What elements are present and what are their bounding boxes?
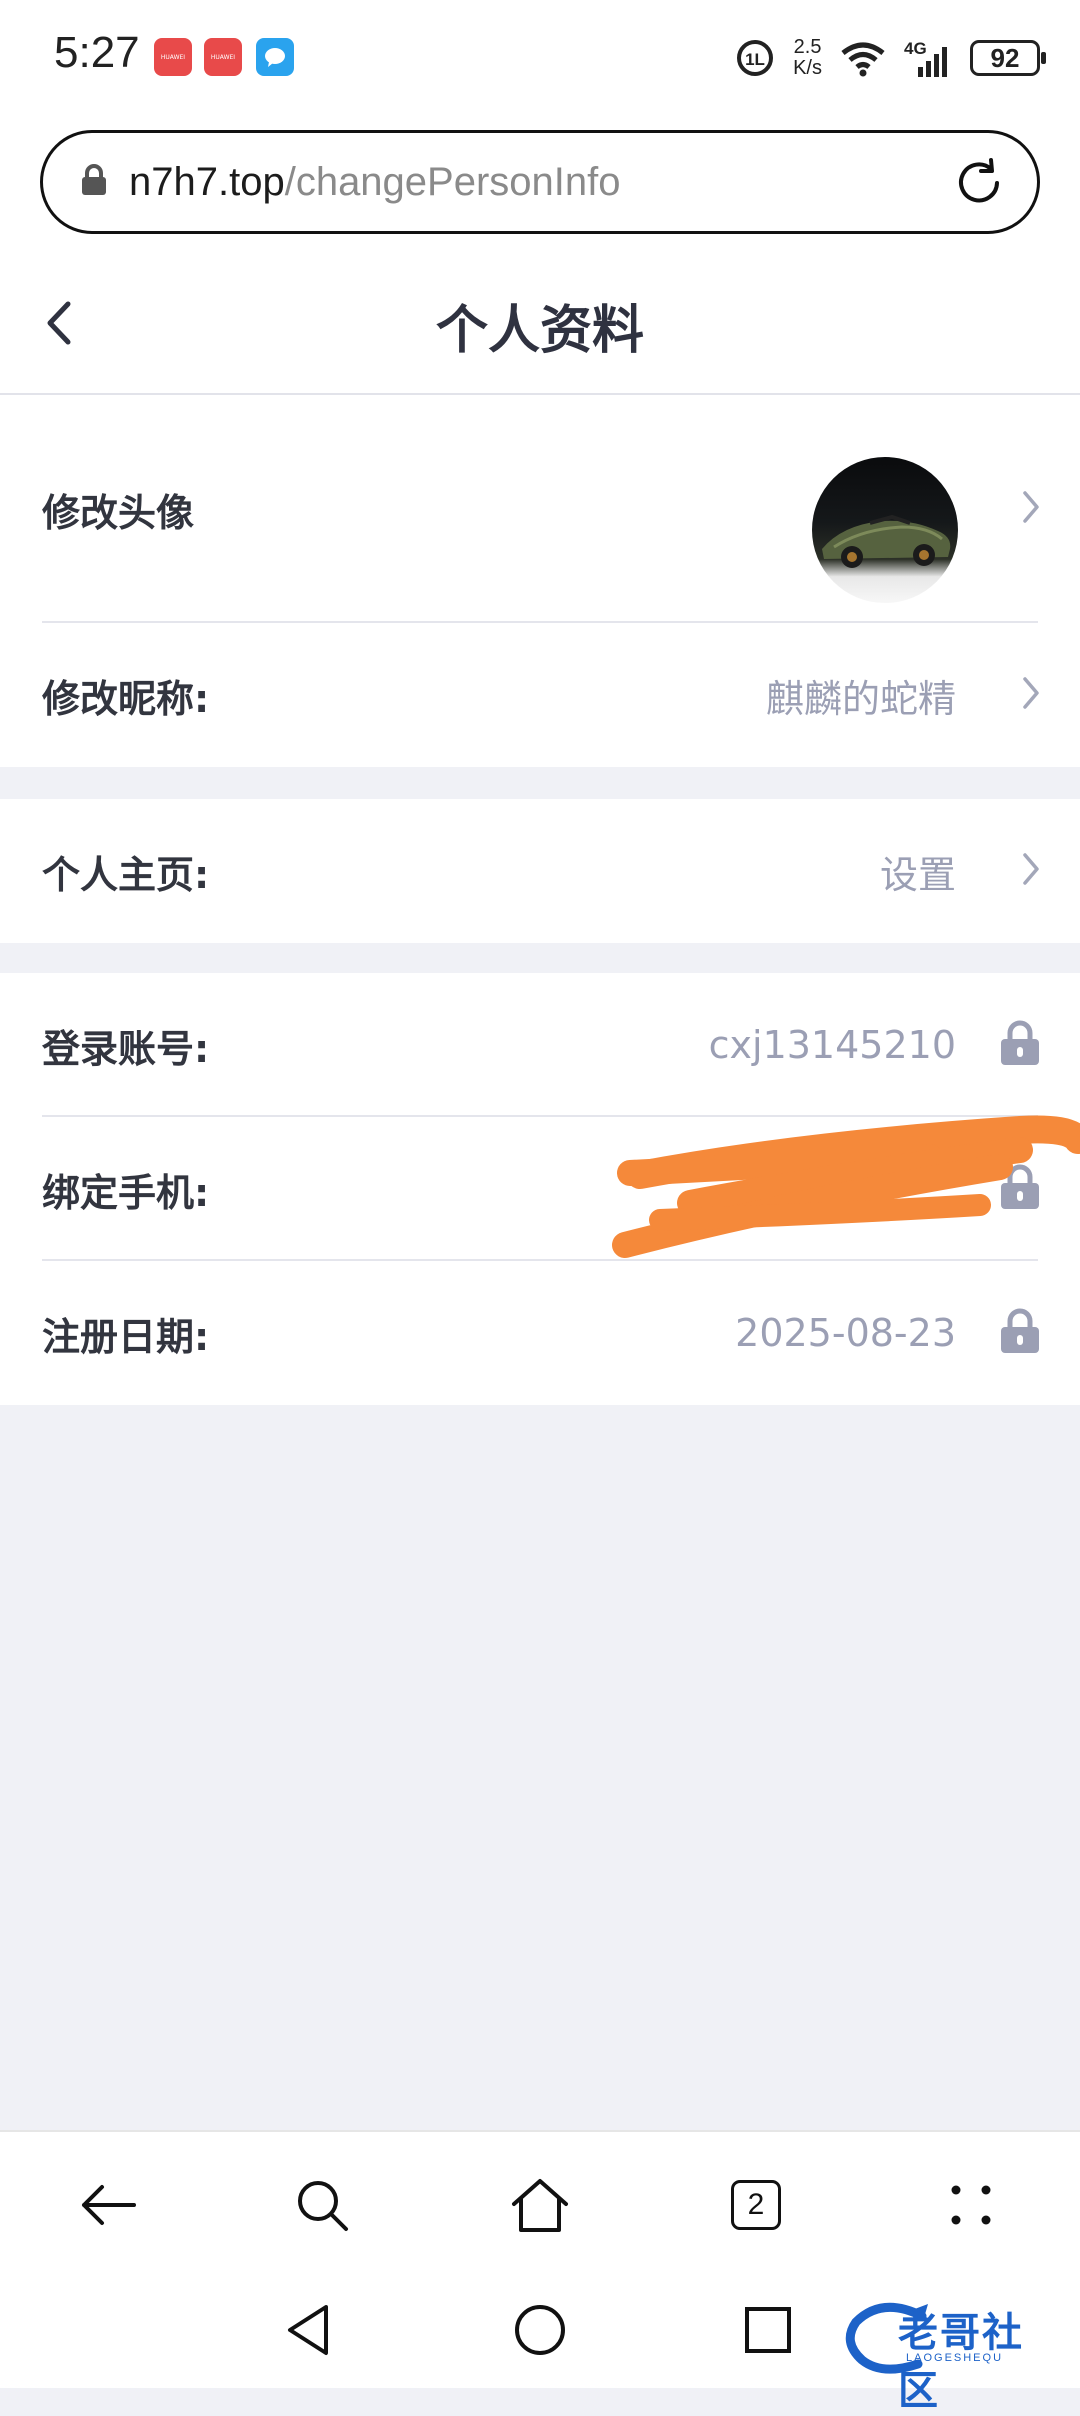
row-change-avatar[interactable]: 修改头像 [0,395,1080,623]
homepage-value: 设置 [879,852,956,897]
home-icon[interactable] [495,2160,585,2250]
url-text[interactable]: n7h7.top/changePersonInfo [129,160,621,205]
status-time: 5:27 [54,28,140,77]
tabs-icon[interactable]: 2 [711,2160,801,2250]
page-title: 个人资料 [435,301,644,361]
page-header: 个人资料 [0,250,1080,395]
watermark-logo: 老哥社区 LAOGESHEQU [842,2294,1064,2414]
redaction-scribble [612,1115,1080,1258]
message-icon [256,38,294,76]
status-bar: 5:27 HUAWEI HUAWEI 1L 2.5 K/s 4G 92 [0,0,1080,118]
huawei-appgallery-icon: HUAWEI [154,38,192,76]
row-label: 登录账号: [42,1026,210,1071]
profile-group-homepage: 个人主页: 设置 [0,799,1080,943]
network-speed: 2.5 K/s [793,36,822,79]
nickname-value: 麒麟的蛇精 [765,676,956,721]
more-icon[interactable] [926,2160,1016,2250]
row-change-nickname[interactable]: 修改昵称: 麒麟的蛇精 [0,623,1080,767]
battery-indicator: 92 [970,40,1046,76]
svg-text:1L: 1L [745,50,765,69]
row-label: 个人主页: [42,852,210,897]
chevron-right-icon [1020,675,1042,715]
lock-icon [1000,1020,1040,1070]
system-navigation-bar: 老哥社区 LAOGESHEQU [0,2276,1080,2414]
nav-home-icon[interactable] [500,2290,580,2370]
nav-back-icon[interactable] [268,2290,348,2370]
tab-count: 2 [747,2188,765,2221]
search-icon[interactable] [277,2160,367,2250]
row-personal-homepage[interactable]: 个人主页: 设置 [0,799,1080,943]
profile-group-basic: 修改头像 修改昵称: 麒麟的蛇精 [0,395,1080,767]
huawei-appgallery-icon: HUAWEI [204,38,242,76]
lock-icon [1000,1308,1040,1358]
avatar[interactable] [812,457,958,603]
status-icons: 1L 2.5 K/s 4G 92 [735,30,1046,86]
data-saver-icon: 1L [737,40,774,76]
wifi-icon [841,42,885,77]
nav-recents-icon[interactable] [728,2290,808,2370]
chevron-right-icon [1020,489,1042,529]
register-date-value: 2025-08-23 [735,1311,956,1355]
row-label: 修改昵称: [42,676,210,721]
row-label: 绑定手机: [42,1170,210,1215]
account-value: cxj13145210 [708,1023,956,1067]
lock-icon [81,164,107,200]
browser-address-area: n7h7.top/changePersonInfo [0,118,1080,250]
reload-icon[interactable] [951,155,1007,215]
row-login-account: 登录账号: cxj13145210 [0,973,1080,1117]
row-register-date: 注册日期: 2025-08-23 [0,1261,1080,1405]
signal-icon: 4G [904,39,952,77]
chevron-right-icon [1020,851,1042,891]
row-label: 修改头像 [42,490,195,535]
browser-toolbar: 2 [0,2130,1080,2276]
back-arrow-icon[interactable] [63,2160,153,2250]
address-bar[interactable]: n7h7.top/changePersonInfo [40,130,1040,234]
row-label: 注册日期: [42,1314,210,1359]
